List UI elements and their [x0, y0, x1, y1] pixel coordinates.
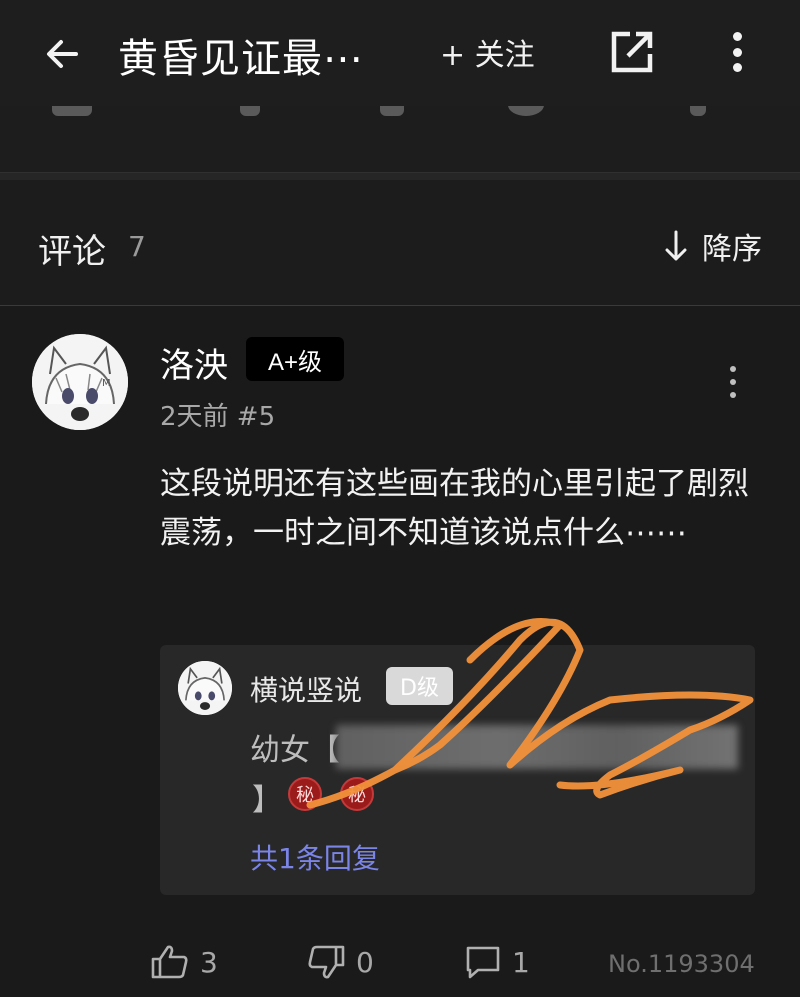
- reply-avatar[interactable]: [178, 661, 232, 715]
- comment-username[interactable]: 洛泱: [160, 338, 228, 387]
- reply-text-suffix: 】: [252, 783, 282, 818]
- reply-count: 1: [512, 945, 530, 979]
- sort-label: 降序: [702, 232, 762, 267]
- secret-badge: 秘: [288, 777, 322, 811]
- comments-header: 评论 7 降序: [0, 180, 800, 306]
- dislike-count: 0: [356, 945, 374, 979]
- thumb-down-icon: [308, 945, 345, 979]
- reply-button[interactable]: 1: [464, 944, 530, 980]
- share-button[interactable]: [608, 28, 656, 76]
- blurred-redaction: [336, 725, 738, 769]
- user-level-badge: A+级: [246, 337, 345, 381]
- view-replies-link[interactable]: 共1条回复: [250, 837, 380, 877]
- sort-down-arrow-icon: [665, 230, 687, 261]
- avatar[interactable]: M: [32, 334, 128, 430]
- post-number: No.1193304: [608, 950, 755, 978]
- page-title: 黄昏见证最⋯: [118, 36, 364, 82]
- follow-button[interactable]: + 关注: [440, 30, 535, 74]
- like-count: 3: [200, 945, 218, 979]
- reply-box[interactable]: 横说竖说 D级 幼女【 】 秘 秘 共1条回复: [160, 645, 755, 895]
- dislike-button[interactable]: 0: [306, 944, 374, 980]
- anime-avatar-icon: M: [32, 334, 128, 430]
- secret-badge: 秘: [340, 777, 374, 811]
- section-divider: [0, 172, 800, 180]
- app-bar: 黄昏见证最⋯ + 关注: [0, 0, 800, 106]
- header-divider: [0, 305, 800, 306]
- comment-more-button[interactable]: [726, 366, 740, 398]
- reply-text-prefix: 幼女【: [250, 733, 340, 768]
- reply-username[interactable]: 横说竖说: [250, 669, 362, 709]
- comment-meta: 2天前 #5: [160, 402, 276, 432]
- like-button[interactable]: 3: [150, 944, 218, 980]
- anime-avatar-icon: [178, 661, 232, 715]
- page: 黄昏见证最⋯ + 关注 评论 7 降序 M 洛泱 A+级 2天前 #5 这段说明…: [0, 0, 800, 997]
- scrolled-toolbar-remnant: [0, 106, 800, 172]
- reply-level-badge: D级: [386, 667, 453, 705]
- comment-icon: [466, 946, 500, 979]
- comment-body: 这段说明还有这些画在我的心里引起了剧烈震荡，一时之间不知道该说点什么⋯⋯: [160, 466, 749, 551]
- svg-text:M: M: [102, 378, 111, 389]
- more-options-button[interactable]: [722, 30, 752, 74]
- comments-title: 评论: [38, 232, 106, 272]
- more-vertical-icon: [730, 366, 736, 372]
- back-arrow-icon: [47, 40, 78, 68]
- more-vertical-icon: [732, 32, 742, 41]
- comments-count: 7: [128, 230, 146, 263]
- sort-button[interactable]: 降序: [664, 224, 762, 268]
- thumb-up-icon: [151, 945, 188, 979]
- back-button[interactable]: [40, 32, 84, 76]
- share-external-icon: [611, 31, 653, 73]
